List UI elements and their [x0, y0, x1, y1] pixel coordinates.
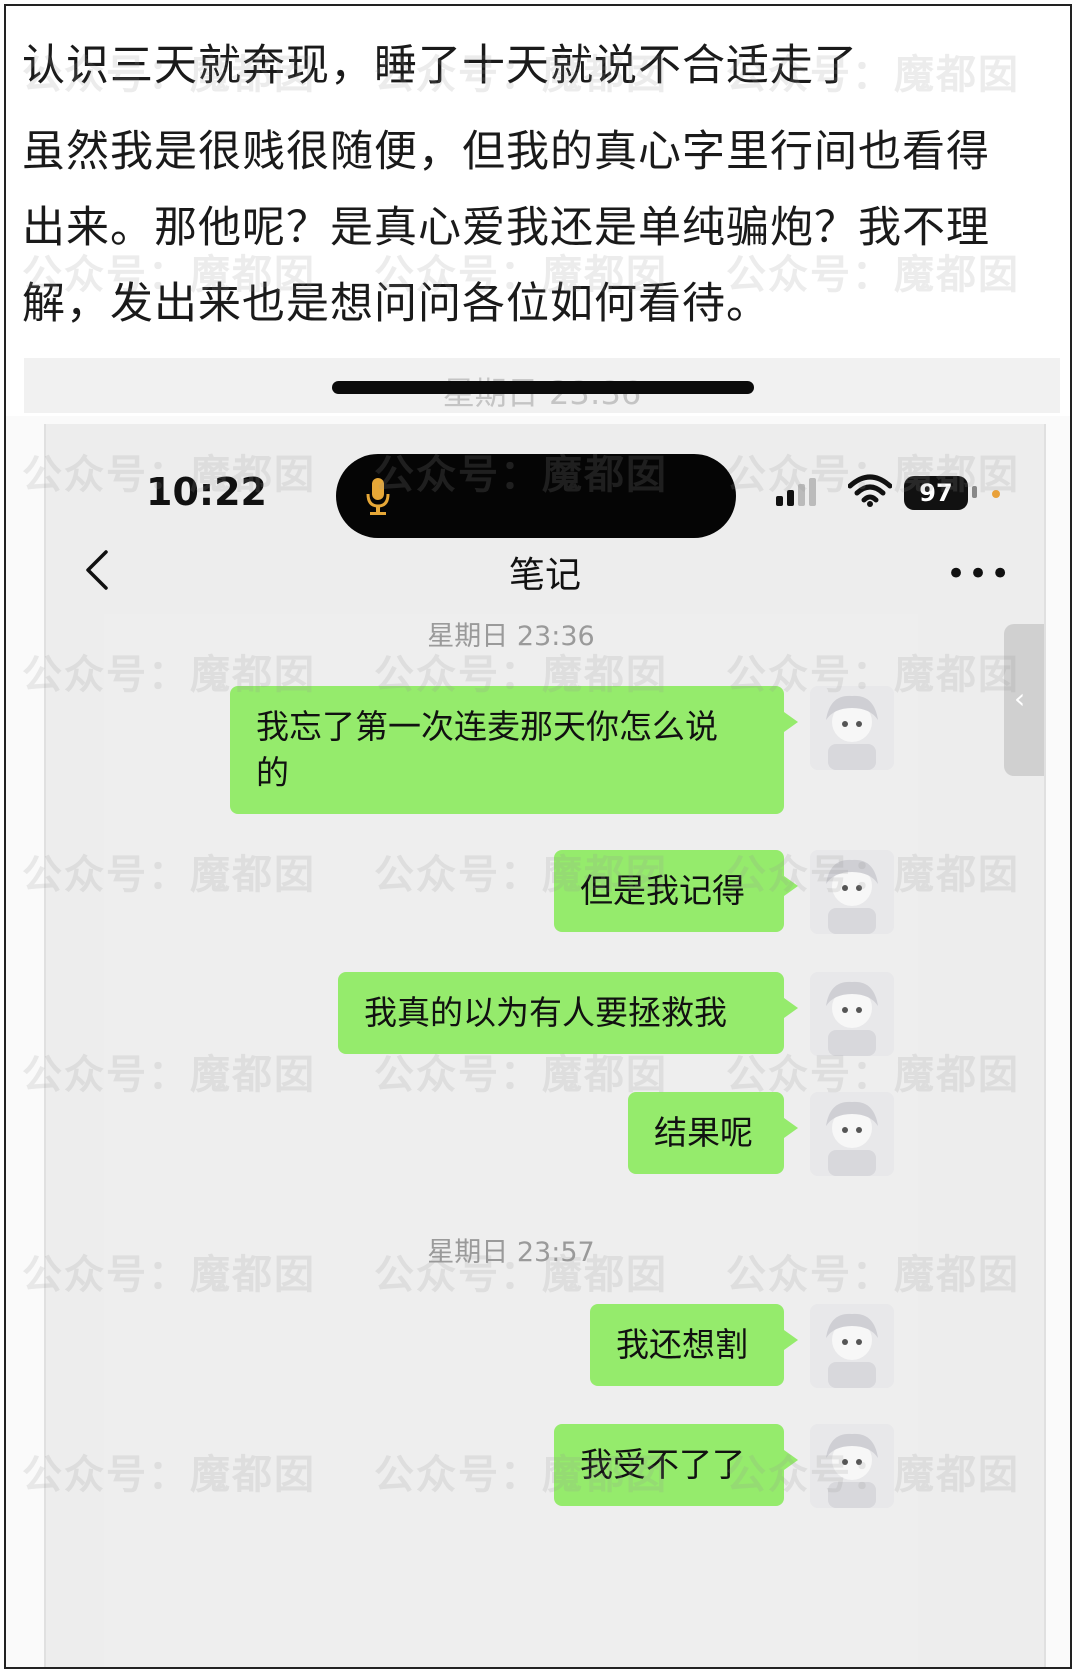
chat-bubble[interactable]: 我还想割 [590, 1304, 798, 1386]
avatar[interactable] [810, 1424, 894, 1508]
chat-bubble[interactable]: 结果呢 [628, 1092, 798, 1174]
caption-line-4: 解，发出来也是想问问各位如何看待。 [22, 279, 770, 329]
chat-bubble-text: 结果呢 [654, 1113, 753, 1152]
privacy-dot [992, 490, 1000, 498]
nav-bar: 笔记 ••• [46, 534, 1044, 614]
battery-cap [972, 486, 977, 498]
chat-bubble-text: 我还想割 [616, 1325, 748, 1364]
avatar[interactable] [810, 1304, 894, 1388]
chat-bubble[interactable]: 我受不了了 [554, 1424, 798, 1506]
chat-bubble-text: 我忘了第一次连麦那天你怎么说 [256, 707, 718, 746]
chat-title: 笔记 [508, 555, 581, 596]
dynamic-island [336, 454, 736, 538]
home-indicator-bar [332, 381, 754, 394]
signal-icon [776, 478, 816, 506]
chat-bubble[interactable]: 但是我记得 [554, 850, 798, 932]
chevron-left-small-icon: ‹ [1014, 682, 1026, 715]
screenshot-frame: 认识三天就奔现，睡了十天就说不合适走了 虽然我是很贱很随便，但我的真心字里行间也… [4, 4, 1072, 1669]
status-bar: 10:22 97 [46, 424, 1044, 538]
avatar[interactable] [810, 972, 894, 1056]
caption-line-2: 虽然我是很贱很随便，但我的真心字里行间也看得 [22, 127, 990, 177]
side-drawer-tab[interactable]: ‹ [1004, 624, 1044, 776]
wifi-icon [848, 474, 892, 507]
avatar[interactable] [810, 686, 894, 770]
caption-line-3: 出来。那他呢？是真心爱我还是单纯骗炮？我不理 [22, 203, 990, 253]
post-caption: 认识三天就奔现，睡了十天就说不合适走了 虽然我是很贱很随便，但我的真心字里行间也… [6, 6, 1070, 416]
chat-bubble[interactable]: 我忘了第一次连麦那天你怎么说 的 [230, 686, 798, 814]
avatar[interactable] [810, 1092, 894, 1176]
status-time: 10:22 [146, 470, 267, 514]
chat-bubble[interactable]: 我真的以为有人要拯救我 [338, 972, 798, 1054]
more-icon[interactable]: ••• [946, 554, 1012, 594]
chat-bubble-text: 我受不了了 [580, 1445, 745, 1484]
chat-bubble-text: 的 [256, 753, 289, 792]
avatar[interactable] [810, 850, 894, 934]
status-icons: 97 [776, 474, 1036, 514]
caption-line-1: 认识三天就奔现，睡了十天就说不合适走了 [22, 41, 858, 91]
chat-screenshot: 10:22 97 笔记 ••• ‹ 星期日 23:36 我忘了第一次连麦那天你怎… [44, 424, 1046, 1667]
chat-bubble-text: 但是我记得 [580, 871, 745, 910]
chat-timestamp: 星期日 23:36 [427, 621, 595, 652]
chat-bubble-text: 我真的以为有人要拯救我 [364, 993, 727, 1032]
chat-timestamp: 星期日 23:57 [427, 1237, 595, 1268]
mic-icon [366, 478, 390, 515]
battery-icon: 97 [904, 476, 968, 510]
